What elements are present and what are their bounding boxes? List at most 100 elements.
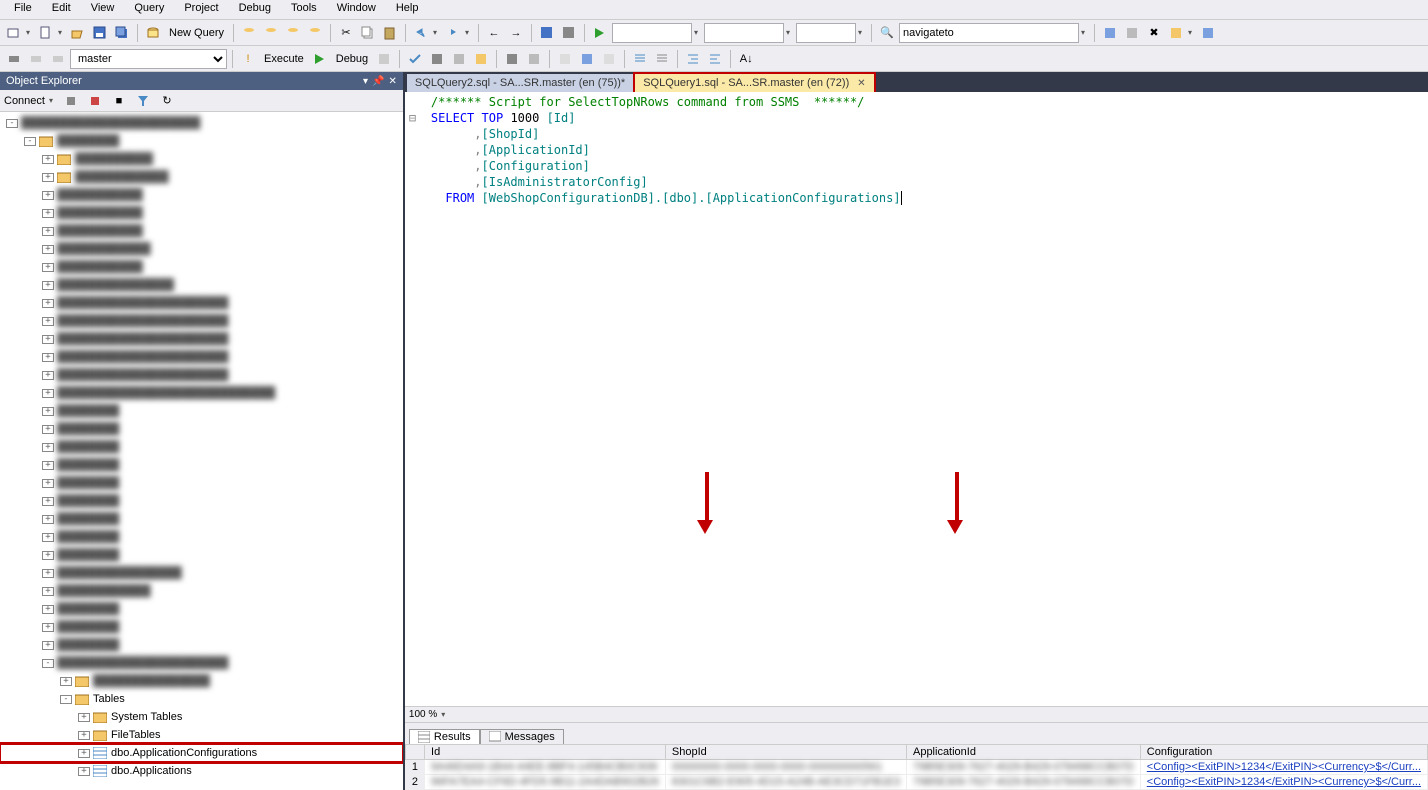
change-conn-icon[interactable] xyxy=(48,49,68,69)
close-icon[interactable]: ✕ xyxy=(389,76,397,87)
cut-icon[interactable]: ✂ xyxy=(336,23,356,43)
menu-query[interactable]: Query xyxy=(124,0,174,19)
disconnect-tree-icon[interactable] xyxy=(85,91,105,111)
col-config[interactable]: Configuration xyxy=(1140,745,1427,760)
connect-icon[interactable] xyxy=(61,91,81,111)
activity-icon[interactable] xyxy=(559,23,579,43)
results-file-icon[interactable] xyxy=(599,49,619,69)
uncomment-icon[interactable] xyxy=(652,49,672,69)
db-icon-4[interactable] xyxy=(305,23,325,43)
stop-icon[interactable] xyxy=(374,49,394,69)
tables-folder[interactable]: Tables xyxy=(93,693,125,705)
connection-icon[interactable] xyxy=(4,49,24,69)
object-explorer-header: Object Explorer ▾ 📌 ✕ xyxy=(0,72,403,90)
paste-icon[interactable] xyxy=(380,23,400,43)
tool-icon-1[interactable] xyxy=(1100,23,1120,43)
execute-button[interactable]: Execute xyxy=(260,53,308,65)
close-tab-icon[interactable]: ✕ xyxy=(857,78,865,89)
refresh-icon[interactable]: ↻ xyxy=(157,91,177,111)
comment-icon[interactable] xyxy=(630,49,650,69)
col-id[interactable]: Id xyxy=(425,745,666,760)
sql-editor[interactable]: /****** Script for SelectTopNRows comman… xyxy=(405,92,1428,706)
toolbar-sql: master ! Execute Debug A↓ xyxy=(0,46,1428,72)
new-project-icon[interactable] xyxy=(4,23,24,43)
config-link[interactable]: <Config><ExitPIN>1234</ExitPIN><Currency… xyxy=(1147,776,1421,788)
nav-fwd-icon[interactable]: → xyxy=(506,23,526,43)
new-query-label[interactable]: New Query xyxy=(165,27,228,39)
dropdown-icon[interactable]: ▾ xyxy=(363,76,368,87)
menu-bar: File Edit View Query Project Debug Tools… xyxy=(0,0,1428,20)
run-combo-2[interactable] xyxy=(704,23,784,43)
nav-back-icon[interactable]: ← xyxy=(484,23,504,43)
menu-file[interactable]: File xyxy=(4,0,42,19)
tool-icon-3[interactable]: ✖ xyxy=(1144,23,1164,43)
table-icon xyxy=(93,765,107,777)
query-options-icon[interactable] xyxy=(449,49,469,69)
menu-help[interactable]: Help xyxy=(386,0,429,19)
tool-icon-2[interactable] xyxy=(1122,23,1142,43)
menu-project[interactable]: Project xyxy=(174,0,228,19)
db-icon-1[interactable] xyxy=(239,23,259,43)
menu-view[interactable]: View xyxy=(81,0,125,19)
save-all-icon[interactable] xyxy=(112,23,132,43)
open-icon[interactable] xyxy=(68,23,88,43)
grid-icon[interactable] xyxy=(537,23,557,43)
db-icon-2[interactable] xyxy=(261,23,281,43)
results-grid-icon[interactable] xyxy=(577,49,597,69)
results-grid[interactable]: Id ShopId ApplicationId Configuration 1 … xyxy=(405,744,1428,790)
tool-icon-5[interactable] xyxy=(1198,23,1218,43)
new-query-icon[interactable] xyxy=(143,23,163,43)
messages-tab[interactable]: Messages xyxy=(480,729,564,744)
execute-warn-icon[interactable]: ! xyxy=(238,49,258,69)
col-appid[interactable]: ApplicationId xyxy=(906,745,1140,760)
zoom-value[interactable]: 100 % xyxy=(409,709,437,720)
table-row[interactable]: 1 9A46D4A9-1B44-44EE-8BF4-145B4CB0C839 0… xyxy=(405,760,1427,775)
system-tables-folder[interactable]: System Tables xyxy=(111,711,182,723)
col-shopid[interactable]: ShopId xyxy=(665,745,906,760)
db-icon-3[interactable] xyxy=(283,23,303,43)
indent-icon[interactable] xyxy=(683,49,703,69)
database-combo[interactable]: master xyxy=(70,49,227,69)
table-app-config[interactable]: dbo.ApplicationConfigurations xyxy=(111,747,257,759)
config-link[interactable]: <Config><ExitPIN>1234</ExitPIN><Currency… xyxy=(1147,761,1421,773)
estimated-plan-icon[interactable] xyxy=(427,49,447,69)
save-icon[interactable] xyxy=(90,23,110,43)
new-file-icon[interactable] xyxy=(36,23,56,43)
outdent-icon[interactable] xyxy=(705,49,725,69)
tab-query1[interactable]: SQLQuery1.sql - SA...SR.master (en (72))… xyxy=(635,74,873,92)
debug-button[interactable]: Debug xyxy=(332,53,372,65)
client-stats-icon[interactable] xyxy=(524,49,544,69)
redo-icon[interactable] xyxy=(443,23,463,43)
connect-dropdown[interactable]: Connect xyxy=(4,95,45,107)
editor-pane: SQLQuery2.sql - SA...SR.master (en (75))… xyxy=(403,72,1428,790)
file-tables-folder[interactable]: FileTables xyxy=(111,729,161,741)
menu-edit[interactable]: Edit xyxy=(42,0,81,19)
results-text-icon[interactable] xyxy=(555,49,575,69)
menu-window[interactable]: Window xyxy=(327,0,386,19)
specify-values-icon[interactable]: A↓ xyxy=(736,49,756,69)
disconnect-icon[interactable] xyxy=(26,49,46,69)
parse-icon[interactable] xyxy=(405,49,425,69)
run-combo-1[interactable] xyxy=(612,23,692,43)
pin-icon[interactable]: 📌 xyxy=(372,76,384,87)
intellisense-icon[interactable] xyxy=(471,49,491,69)
message-icon xyxy=(489,731,501,743)
run-combo-3[interactable] xyxy=(796,23,856,43)
find-icon[interactable]: 🔍 xyxy=(877,23,897,43)
tab-query2[interactable]: SQLQuery2.sql - SA...SR.master (en (75))… xyxy=(407,74,633,92)
table-apps[interactable]: dbo.Applications xyxy=(111,765,192,777)
copy-icon[interactable] xyxy=(358,23,378,43)
table-row[interactable]: 2 96FA7EA4-CF6D-4FD5-9B11-2A4DAB902B26 8… xyxy=(405,775,1427,790)
debug-play-icon[interactable] xyxy=(310,49,330,69)
filter-icon[interactable] xyxy=(133,91,153,111)
menu-tools[interactable]: Tools xyxy=(281,0,327,19)
navigate-to-input[interactable] xyxy=(899,23,1079,43)
actual-plan-icon[interactable] xyxy=(502,49,522,69)
undo-icon[interactable] xyxy=(411,23,431,43)
tool-icon-4[interactable] xyxy=(1166,23,1186,43)
stop-tree-icon[interactable]: ■ xyxy=(109,91,129,111)
object-tree[interactable]: -███████████████████████ -████████ +████… xyxy=(0,112,403,790)
results-tab[interactable]: Results xyxy=(409,729,480,744)
menu-debug[interactable]: Debug xyxy=(229,0,281,19)
run-icon[interactable] xyxy=(590,23,610,43)
